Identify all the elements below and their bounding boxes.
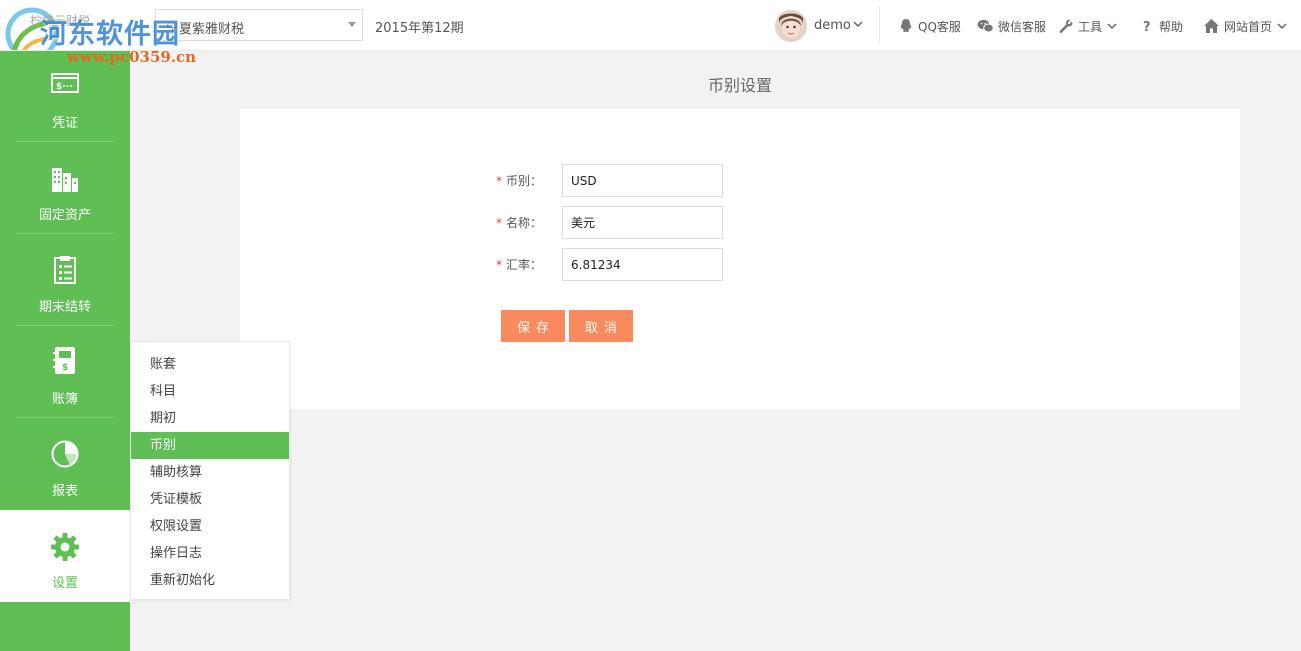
sidebar-item-label: 固定资产	[38, 208, 91, 223]
help-link[interactable]: ? 帮助	[1141, 17, 1183, 35]
submenu-item-reinitialize[interactable]: 重新初始化	[131, 567, 289, 594]
submenu-item-account-set[interactable]: 账套	[131, 351, 289, 378]
top-bar-divider	[879, 6, 880, 44]
top-bar: 柠檬云财税 河东软件园 www.pc0359.cn 宁夏紫雅财税 2015年第1…	[0, 0, 1301, 66]
qq-support-link[interactable]: QQ客服	[898, 17, 961, 35]
ledger-icon: $	[53, 347, 75, 374]
name-label-text: 名称：	[505, 216, 542, 230]
sidebar-item-fixed-assets[interactable]: 固定资产	[0, 142, 130, 234]
username[interactable]: demo	[814, 18, 851, 33]
currency-label-text: 币别：	[505, 174, 542, 188]
currency-code-input[interactable]	[562, 164, 723, 197]
submenu-item-voucher-template[interactable]: 凭证模板	[131, 486, 289, 513]
sidebar-item-label: 期末结转	[38, 300, 91, 315]
sidebar-item-period-end[interactable]: 期末结转	[0, 234, 130, 326]
caret-down-icon	[348, 22, 356, 27]
chevron-down-icon	[1107, 22, 1117, 29]
wechat-support-link[interactable]: 微信客服	[977, 17, 1046, 35]
site-home-label: 网站首页	[1224, 19, 1273, 34]
currency-name-input[interactable]	[562, 206, 723, 239]
form-row-currency: * 币别：	[240, 164, 1240, 197]
avatar[interactable]	[775, 10, 807, 42]
settings-submenu: 账套 科目 期初 币别 辅助核算 凭证模板 权限设置 操作日志 重新初始化	[130, 341, 290, 600]
home-icon	[1204, 19, 1219, 33]
sidebar-item-label: 账簿	[51, 392, 78, 407]
submenu-item-subjects[interactable]: 科目	[131, 378, 289, 405]
wechat-support-label: 微信客服	[998, 19, 1047, 34]
sidebar-item-settings[interactable]: 设置	[0, 510, 130, 602]
save-button[interactable]: 保存	[501, 310, 565, 342]
tools-label: 工具	[1078, 19, 1103, 34]
sidebar-item-label: 设置	[51, 576, 78, 591]
sidebar: $ 凭证 固定资产 期末结转 $ 账簿 报表 设置	[0, 50, 130, 651]
tools-menu[interactable]: 工具	[1058, 17, 1117, 35]
rate-label-text: 汇率：	[505, 258, 542, 272]
submenu-item-operation-log[interactable]: 操作日志	[131, 540, 289, 567]
building-icon	[52, 168, 78, 192]
avatar-icon	[775, 10, 807, 42]
rate-label: * 汇率：	[492, 256, 542, 273]
help-label: 帮助	[1159, 19, 1184, 34]
currency-form-card: *币别： *名称： *汇率： 保存 取消	[240, 109, 1240, 409]
chevron-down-icon[interactable]	[853, 21, 863, 28]
submenu-item-auxiliary[interactable]: 辅助核算	[131, 459, 289, 486]
exchange-rate-input[interactable]	[562, 248, 723, 281]
required-mark: *	[495, 174, 502, 188]
question-icon: ?	[1143, 20, 1151, 34]
svg-text:?: ?	[1143, 20, 1151, 34]
svg-text:$: $	[56, 82, 62, 92]
accounting-period: 2015年第12期	[375, 21, 464, 36]
flyout-pointer	[120, 561, 130, 579]
wrench-icon	[1059, 19, 1073, 33]
page-title: 币别设置	[707, 76, 772, 95]
svg-text:$: $	[62, 363, 68, 373]
chevron-down-icon	[1277, 22, 1287, 29]
qq-icon	[900, 19, 912, 32]
required-mark: *	[495, 258, 502, 272]
form-row-rate: * 汇率：	[240, 248, 1240, 281]
currency-label: * 币别：	[492, 172, 542, 189]
cancel-button[interactable]: 取消	[569, 310, 633, 342]
clipboard-icon	[54, 256, 76, 284]
site-home-link[interactable]: 网站首页	[1203, 17, 1287, 35]
pie-chart-icon	[51, 440, 79, 468]
sidebar-item-label: 报表	[51, 484, 78, 499]
sidebar-item-ledger[interactable]: $ 账簿	[0, 326, 130, 418]
voucher-icon: $	[51, 73, 79, 93]
submenu-item-permissions[interactable]: 权限设置	[131, 513, 289, 540]
gear-icon	[51, 533, 79, 561]
wechat-icon	[977, 19, 994, 33]
watermark-title: 河东软件园	[40, 19, 180, 50]
name-label: * 名称：	[492, 214, 542, 231]
account-set-select[interactable]: 宁夏紫雅财税	[155, 9, 363, 41]
sidebar-item-reports[interactable]: 报表	[0, 418, 130, 510]
sidebar-item-label: 凭证	[51, 116, 78, 131]
required-mark: *	[495, 216, 502, 230]
submenu-item-opening-balance[interactable]: 期初	[131, 405, 289, 432]
qq-support-label: QQ客服	[918, 19, 961, 34]
watermark-url: www.pc0359.cn	[67, 48, 197, 66]
form-row-name: * 名称：	[240, 206, 1240, 239]
submenu-item-currency[interactable]: 币别	[131, 432, 289, 459]
